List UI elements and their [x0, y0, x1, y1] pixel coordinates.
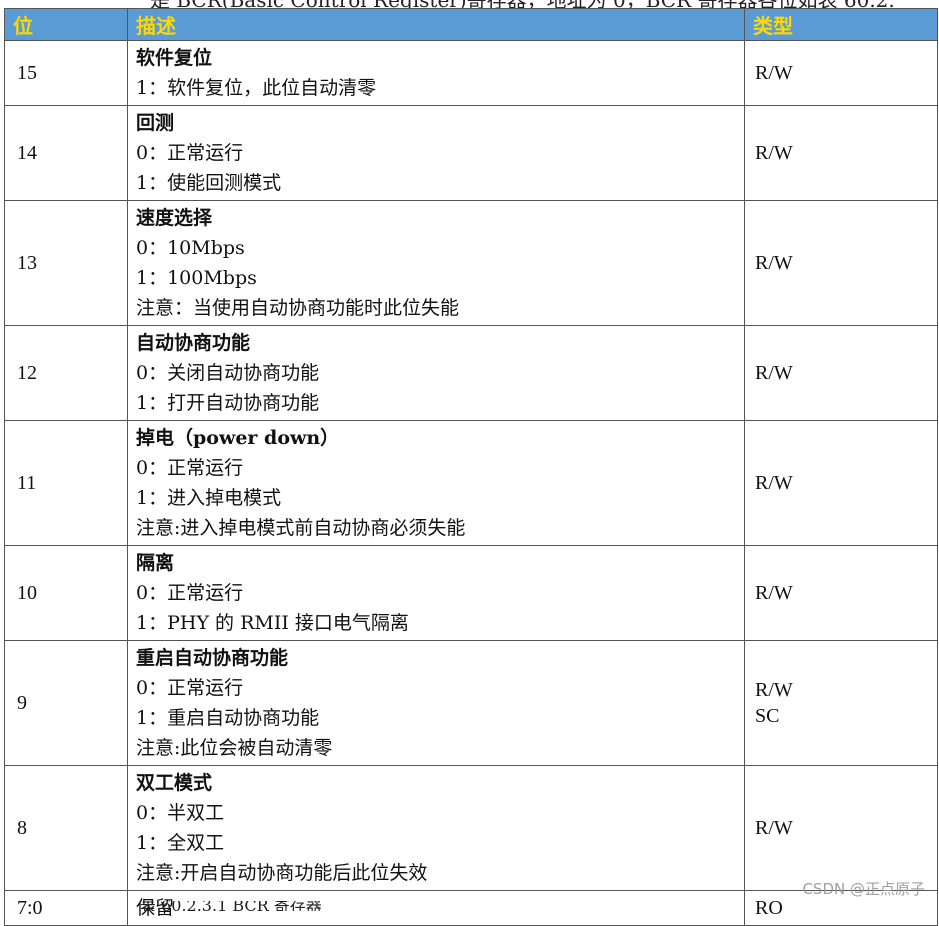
header-bit: 位	[4, 8, 128, 41]
description-cell: 双工模式 0：半双工 1：全双工注意:开启自动协商功能后此位失效	[127, 765, 745, 891]
description-line: 0：正常运行	[136, 677, 244, 699]
watermark: CSDN @正点原子	[802, 880, 925, 898]
description-line: 1：PHY 的 RMII 接口电气隔离	[136, 612, 409, 634]
description-line: 1：使能回测模式	[136, 172, 282, 194]
type-cell: R/W	[744, 325, 938, 421]
field-title: 掉电（power down）	[136, 427, 340, 449]
table-row: 13 速度选择 0：10Mbps 1：100Mbps 注意：当使用自动协商功能时此位失能…	[4, 200, 938, 326]
description-cell: 速度选择 0：10Mbps 1：100Mbps 注意：当使用自动协商功能时此位失能	[127, 200, 745, 326]
bit-cell: 8	[4, 765, 128, 891]
table-caption: 表 60.2.3.1 BCR 寄存器	[140, 901, 322, 911]
description-line: 1：重启自动协商功能	[136, 707, 320, 729]
bit-cell: 15	[4, 40, 128, 106]
type-cell: R/W	[744, 545, 938, 641]
access-type: R/W	[755, 362, 793, 384]
description-cell: 回测 0：正常运行 1：使能回测模式	[127, 105, 745, 201]
description-cell: 软件复位 1：软件复位，此位自动清零	[127, 40, 745, 106]
table-body: 15 软件复位 1：软件复位，此位自动清零 R/W 14 回测 0：正常运行 1：使能回测模式…	[4, 40, 938, 926]
description-line: 0：正常运行	[136, 457, 244, 479]
access-type: SC	[755, 705, 780, 727]
description-line: 1：软件复位，此位自动清零	[136, 77, 377, 99]
description-line: 0：关闭自动协商功能	[136, 362, 320, 384]
table-row: 8 双工模式 0：半双工 1：全双工注意:开启自动协商功能后此位失效 R/W	[4, 765, 938, 891]
type-cell: R/W	[744, 420, 938, 546]
table-row: 10 隔离 0：正常运行 1：PHY 的 RMII 接口电气隔离 R/W	[4, 545, 938, 641]
description-line: 注意:开启自动协商功能后此位失效	[136, 862, 428, 884]
description-line: 1：全双工	[136, 832, 225, 854]
description-line: 1：100Mbps	[136, 267, 257, 289]
table-row: 15 软件复位 1：软件复位，此位自动清零 R/W	[4, 40, 938, 106]
access-type: R/W	[755, 142, 793, 164]
access-type: R/W	[755, 252, 793, 274]
description-line: 0：半双工	[136, 802, 225, 824]
description-line: 注意:进入掉电模式前自动协商必须失能	[136, 517, 466, 539]
type-cell: R/W	[744, 765, 938, 891]
access-type: R/W	[755, 62, 793, 84]
field-title: 软件复位	[136, 47, 213, 69]
description-line: 0：正常运行	[136, 142, 244, 164]
bit-cell: 11	[4, 420, 128, 546]
description-line: 0：10Mbps	[136, 237, 245, 259]
table-header-row: 位 描述 类型	[4, 8, 938, 41]
field-title: 回测	[136, 112, 175, 134]
description-line: 0：正常运行	[136, 582, 244, 604]
header-description: 描述	[127, 8, 745, 41]
type-cell: R/W	[744, 105, 938, 201]
table-row: 9 重启自动协商功能 0：正常运行 1：重启自动协商功能 注意:此位会被自动清零 R/W S…	[4, 640, 938, 766]
field-title: 双工模式	[136, 772, 213, 794]
field-title: 重启自动协商功能	[136, 647, 289, 669]
bit-cell: 12	[4, 325, 128, 421]
description-cell: 自动协商功能 0：关闭自动协商功能 1：打开自动协商功能	[127, 325, 745, 421]
bit-cell: 13	[4, 200, 128, 326]
type-cell: R/W	[744, 200, 938, 326]
field-title: 隔离	[136, 552, 175, 574]
description-line: 注意:此位会被自动清零	[136, 737, 333, 759]
access-type: R/W	[755, 817, 793, 839]
access-type: R/W	[755, 472, 793, 494]
description-cell: 隔离 0：正常运行 1：PHY 的 RMII 接口电气隔离	[127, 545, 745, 641]
field-title: 自动协商功能	[136, 332, 251, 354]
description-line: 1：打开自动协商功能	[136, 392, 320, 414]
access-type: R/W	[755, 582, 793, 604]
description-line: 注意：当使用自动协商功能时此位失能	[136, 297, 460, 319]
field-title: 速度选择	[136, 207, 213, 229]
register-bit-table: 位 描述 类型 15 软件复位 1：软件复位，此位自动清零 R/W 14 回测 0：正常运行…	[4, 8, 938, 926]
table-row: 11 掉电（power down） 0：正常运行 1：进入掉电模式注意:进入掉电模式前…	[4, 420, 938, 546]
description-line: 1：进入掉电模式	[136, 487, 282, 509]
bit-cell: 14	[4, 105, 128, 201]
table-row: 12 自动协商功能 0：关闭自动协商功能 1：打开自动协商功能 R/W	[4, 325, 938, 421]
access-type: R/W	[755, 679, 793, 701]
description-cell: 重启自动协商功能 0：正常运行 1：重启自动协商功能 注意:此位会被自动清零	[127, 640, 745, 766]
bit-cell: 9	[4, 640, 128, 766]
bit-cell: 10	[4, 545, 128, 641]
description-cell: 掉电（power down） 0：正常运行 1：进入掉电模式注意:进入掉电模式前自动…	[127, 420, 745, 546]
type-cell: R/W	[744, 40, 938, 106]
table-row: 14 回测 0：正常运行 1：使能回测模式 R/W	[4, 105, 938, 201]
header-type: 类型	[744, 8, 938, 41]
type-cell: R/W SC	[744, 640, 938, 766]
